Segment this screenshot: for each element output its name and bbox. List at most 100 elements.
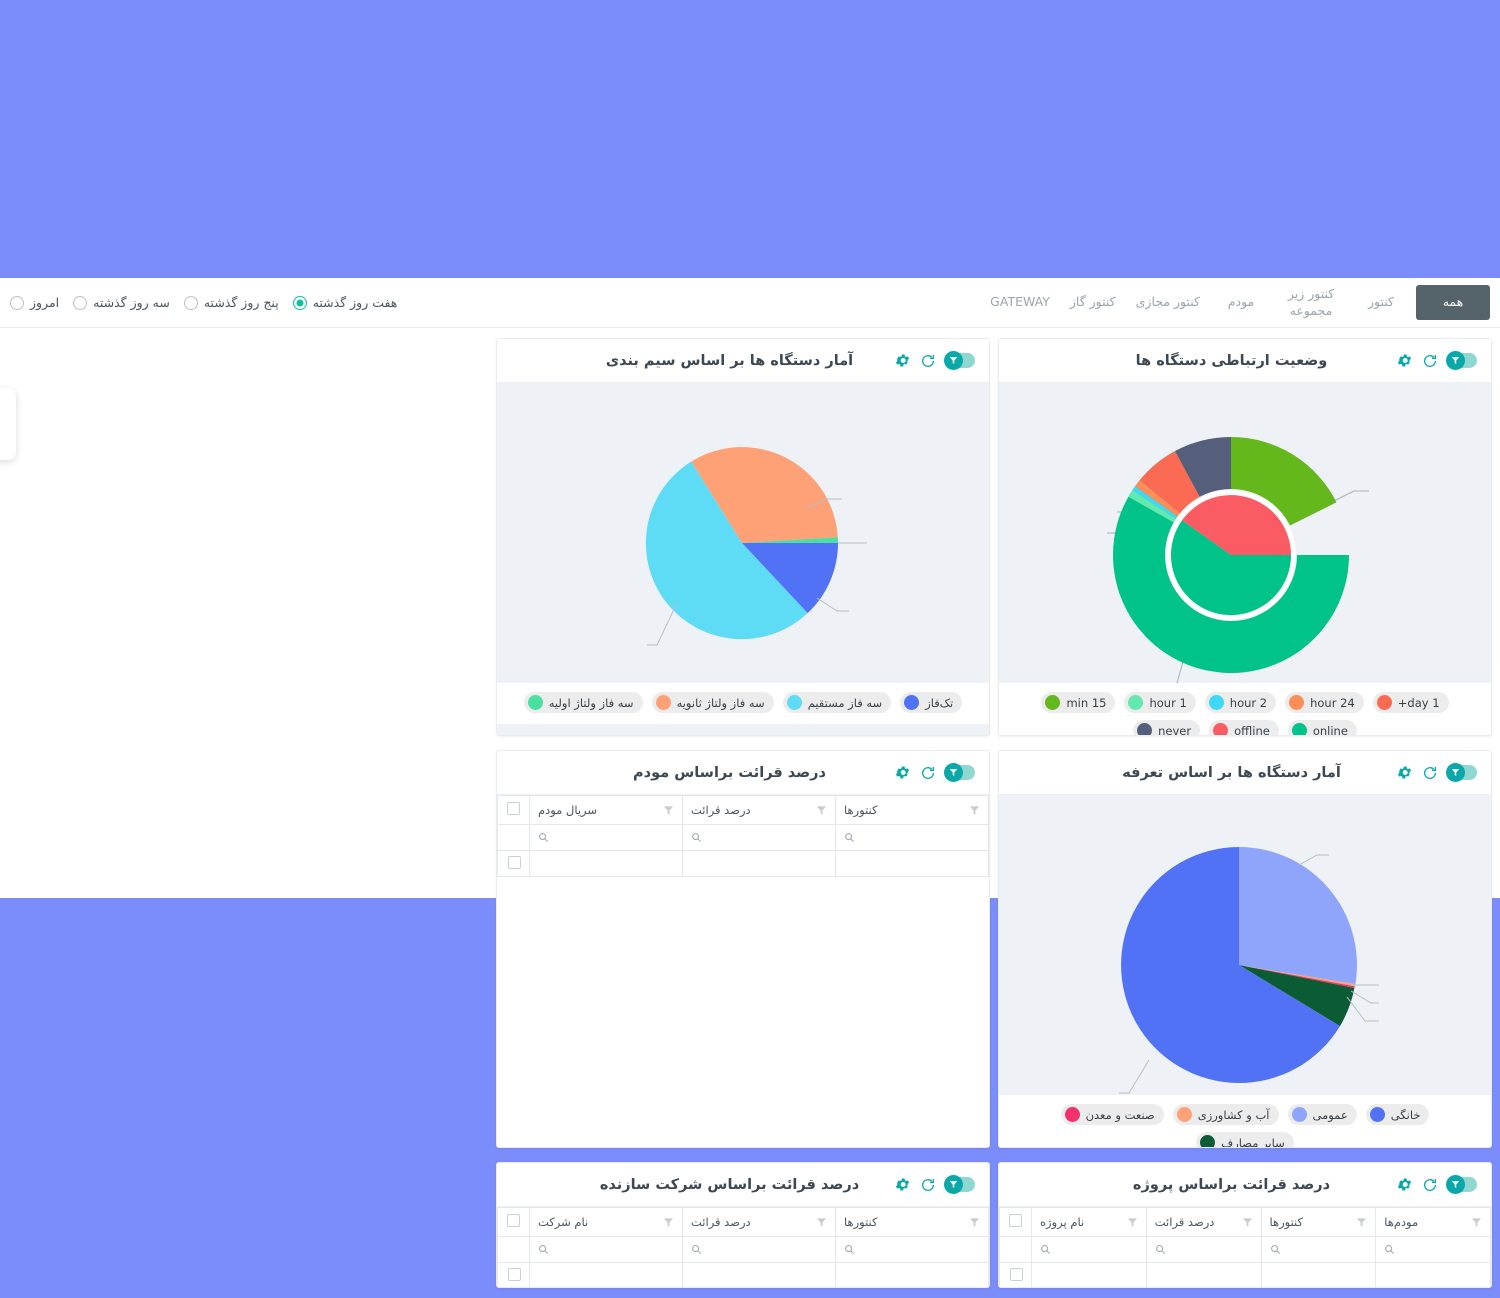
filter-toggle[interactable] [944, 763, 975, 782]
column-search-cell[interactable] [529, 824, 683, 851]
refresh-icon[interactable] [1422, 765, 1438, 781]
select-all-checkbox[interactable] [507, 802, 520, 815]
radio-dot[interactable] [10, 295, 24, 310]
legend-item[interactable]: آب و کشاورزی [1172, 1104, 1279, 1125]
gear-icon[interactable] [1396, 352, 1413, 369]
select-all-checkbox[interactable] [507, 1214, 520, 1227]
search-icon[interactable] [844, 1240, 855, 1259]
row-checkbox[interactable] [508, 856, 521, 869]
legend-item[interactable]: online [1287, 720, 1357, 735]
radio-3[interactable]: امروز [10, 295, 59, 310]
table-row[interactable] [497, 1262, 989, 1287]
column-search-cell[interactable] [1031, 1236, 1147, 1263]
tab-1[interactable]: کنتور [1350, 278, 1412, 327]
column-header[interactable]: مودم‌ها [1375, 1207, 1491, 1237]
filter-toggle[interactable] [1446, 1175, 1477, 1194]
filter-icon[interactable] [663, 805, 674, 816]
legend-item[interactable]: خانگی [1365, 1104, 1430, 1125]
row-select-cell[interactable] [999, 1262, 1032, 1287]
radio-dot[interactable] [183, 295, 198, 310]
radio-0[interactable]: هفت روز گذشته [292, 295, 397, 310]
legend-item[interactable]: 1 day+ [1372, 692, 1449, 713]
search-icon[interactable] [1155, 1240, 1166, 1259]
legend-item[interactable]: سایر مصارف [1196, 1132, 1294, 1147]
sidebar-collapse-handle[interactable]: ‹ [0, 388, 16, 460]
legend-item[interactable]: offline [1209, 720, 1279, 735]
select-all-header[interactable] [999, 1207, 1032, 1237]
refresh-icon[interactable] [1422, 1177, 1438, 1193]
filter-icon[interactable] [663, 1217, 674, 1228]
gear-icon[interactable] [894, 1176, 911, 1193]
column-search-cell[interactable] [682, 1236, 836, 1263]
search-icon[interactable] [538, 828, 549, 847]
filter-icon[interactable] [1242, 1217, 1253, 1228]
row-select-cell[interactable] [497, 1262, 530, 1287]
tab-5[interactable]: کنتور گاز [1060, 278, 1126, 327]
table-row[interactable] [497, 850, 989, 877]
tab-4[interactable]: کنتور مجازی [1126, 278, 1210, 327]
column-header[interactable]: کنتورها [835, 1207, 989, 1237]
column-header[interactable]: نام پروژه [1031, 1207, 1147, 1237]
select-all-checkbox[interactable] [1009, 1214, 1022, 1227]
refresh-icon[interactable] [920, 1177, 936, 1193]
column-search-cell[interactable] [835, 824, 989, 851]
radio-1[interactable]: پنج روز گذشته [183, 295, 279, 310]
filter-icon[interactable] [816, 1217, 827, 1228]
column-header[interactable]: کنتورها [835, 795, 989, 825]
tab-3[interactable]: مودم [1210, 278, 1272, 327]
gear-icon[interactable] [1396, 1176, 1413, 1193]
filter-icon[interactable] [1127, 1217, 1138, 1228]
legend-item[interactable]: 15 min [1041, 692, 1116, 713]
table-row[interactable] [999, 1262, 1491, 1287]
column-header[interactable]: سریال مودم [529, 795, 683, 825]
tab-0[interactable]: همه [1416, 285, 1490, 320]
filter-toggle[interactable] [1446, 763, 1477, 782]
search-icon[interactable] [1384, 1240, 1395, 1259]
column-search-cell[interactable] [835, 1236, 989, 1263]
filter-icon[interactable] [969, 805, 980, 816]
legend-item[interactable]: سه فاز ولتاژ اولیه [523, 692, 643, 713]
gear-icon[interactable] [894, 352, 911, 369]
column-header[interactable]: درصد قرائت [682, 1207, 836, 1237]
legend-item[interactable]: سه فاز ولتاژ ثانویه [651, 692, 774, 713]
refresh-icon[interactable] [920, 353, 936, 369]
refresh-icon[interactable] [920, 765, 936, 781]
gear-icon[interactable] [894, 764, 911, 781]
radio-dot[interactable] [73, 295, 88, 310]
column-header[interactable]: درصد قرائت [1145, 1207, 1262, 1237]
column-header[interactable]: کنتورها [1260, 1207, 1377, 1237]
column-search-cell[interactable] [682, 824, 836, 851]
refresh-icon[interactable] [1422, 353, 1438, 369]
legend-item[interactable]: صنعت و معدن [1060, 1104, 1164, 1125]
radio-dot[interactable] [292, 295, 307, 310]
select-all-header[interactable] [497, 1207, 530, 1237]
filter-icon[interactable] [816, 805, 827, 816]
search-icon[interactable] [1270, 1240, 1281, 1259]
tab-2[interactable]: کنتور زیر مجموعه [1272, 278, 1350, 327]
row-checkbox[interactable] [508, 1268, 521, 1281]
column-search-cell[interactable] [529, 1236, 683, 1263]
search-icon[interactable] [1040, 1240, 1051, 1259]
radio-2[interactable]: سه روز گذشته [73, 295, 170, 310]
legend-item[interactable]: 1 hour [1124, 692, 1196, 713]
search-icon[interactable] [691, 1240, 702, 1259]
column-search-cell[interactable] [1375, 1236, 1491, 1263]
legend-item[interactable]: عمومی [1287, 1104, 1357, 1125]
gear-icon[interactable] [1396, 764, 1413, 781]
search-icon[interactable] [844, 828, 855, 847]
search-icon[interactable] [538, 1240, 549, 1259]
filter-icon[interactable] [1471, 1217, 1482, 1228]
filter-toggle[interactable] [944, 1175, 975, 1194]
legend-item[interactable]: 2 hour [1204, 692, 1277, 713]
legend-item[interactable]: سه فاز مستقیم [782, 692, 892, 713]
legend-item[interactable]: تک‌فاز [900, 692, 963, 713]
column-search-cell[interactable] [1145, 1236, 1262, 1263]
legend-item[interactable]: 24 hour [1285, 692, 1364, 713]
tab-6[interactable]: GATEWAY [980, 278, 1060, 327]
filter-icon[interactable] [969, 1217, 980, 1228]
filter-icon[interactable] [1356, 1217, 1367, 1228]
filter-toggle[interactable] [1446, 351, 1477, 370]
search-icon[interactable] [691, 828, 702, 847]
column-header[interactable]: درصد قرائت [682, 795, 836, 825]
row-select-cell[interactable] [497, 850, 530, 877]
